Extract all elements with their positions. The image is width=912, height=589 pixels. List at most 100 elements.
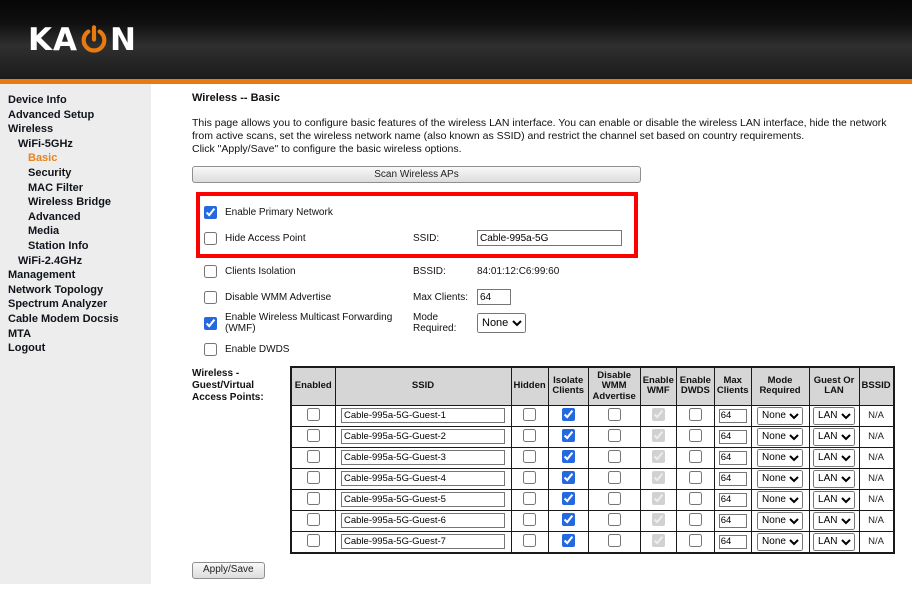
guest-enabled-checkbox[interactable] xyxy=(307,534,320,547)
guest-disable-wmm-checkbox[interactable] xyxy=(608,471,621,484)
sidebar-item-device-info[interactable]: Device Info xyxy=(8,93,151,108)
sidebar-item-cable-modem-docsis[interactable]: Cable Modem Docsis xyxy=(8,312,151,327)
guest-disable-wmm-checkbox[interactable] xyxy=(608,429,621,442)
guest-isolate-clients-checkbox[interactable] xyxy=(562,513,575,526)
guest-hidden-checkbox[interactable] xyxy=(523,471,536,484)
disable-wmm-advertise-checkbox[interactable] xyxy=(204,291,217,304)
guest-isolate-clients-checkbox[interactable] xyxy=(562,408,575,421)
sidebar-item-wireless[interactable]: Wireless xyxy=(8,122,151,137)
guest-isolate-clients-checkbox[interactable] xyxy=(562,450,575,463)
guest-mode-required-select[interactable]: None xyxy=(757,533,803,551)
guest-isolate-clients-checkbox[interactable] xyxy=(562,492,575,505)
guest-enabled-checkbox[interactable] xyxy=(307,408,320,421)
sidebar-item-media[interactable]: Media xyxy=(8,224,151,239)
guest-table-header-10: BSSID xyxy=(859,367,894,405)
guest-hidden-checkbox[interactable] xyxy=(523,513,536,526)
sidebar-item-mac-filter[interactable]: MAC Filter xyxy=(8,181,151,196)
sidebar-item-spectrum-analyzer[interactable]: Spectrum Analyzer xyxy=(8,297,151,312)
guest-ssid-input[interactable] xyxy=(341,492,505,507)
wireless-options: Enable Primary Network Hide Access Point… xyxy=(196,192,906,362)
sidebar-item-wireless-bridge[interactable]: Wireless Bridge xyxy=(8,195,151,210)
sidebar-item-basic[interactable]: Basic xyxy=(8,151,151,166)
guest-max-clients-input[interactable] xyxy=(719,430,747,444)
ssid-input[interactable] xyxy=(477,230,622,246)
guest-enable-dwds-checkbox[interactable] xyxy=(689,471,702,484)
guest-enabled-checkbox[interactable] xyxy=(307,492,320,505)
guest-hidden-checkbox[interactable] xyxy=(523,429,536,442)
guest-or-lan-select[interactable]: LAN xyxy=(813,428,855,446)
guest-enabled-checkbox[interactable] xyxy=(307,429,320,442)
guest-enable-dwds-checkbox[interactable] xyxy=(689,429,702,442)
guest-mode-required-select[interactable]: None xyxy=(757,449,803,467)
guest-table-body: NoneLANN/ANoneLANN/ANoneLANN/ANoneLANN/A… xyxy=(291,405,894,553)
guest-disable-wmm-checkbox[interactable] xyxy=(608,492,621,505)
guest-max-clients-input[interactable] xyxy=(719,409,747,423)
guest-enabled-checkbox[interactable] xyxy=(307,471,320,484)
enable-wmf-row: Enable Wireless Multicast Forwarding (WM… xyxy=(204,310,906,336)
guest-disable-wmm-checkbox[interactable] xyxy=(608,408,621,421)
guest-ssid-input[interactable] xyxy=(341,534,505,549)
sidebar-item-advanced[interactable]: Advanced xyxy=(8,210,151,225)
max-clients-input[interactable] xyxy=(477,289,511,305)
guest-or-lan-select[interactable]: LAN xyxy=(813,512,855,530)
guest-enabled-checkbox[interactable] xyxy=(307,450,320,463)
guest-max-clients-input[interactable] xyxy=(719,514,747,528)
guest-hidden-checkbox[interactable] xyxy=(523,408,536,421)
enable-dwds-checkbox[interactable] xyxy=(204,343,217,356)
guest-isolate-clients-checkbox[interactable] xyxy=(562,534,575,547)
guest-mode-required-select[interactable]: None xyxy=(757,407,803,425)
scan-wireless-aps-button[interactable]: Scan Wireless APs xyxy=(192,166,641,183)
guest-isolate-clients-checkbox[interactable] xyxy=(562,429,575,442)
guest-ap-row-1: NoneLANN/A xyxy=(291,405,894,426)
guest-enable-dwds-checkbox[interactable] xyxy=(689,534,702,547)
guest-or-lan-select[interactable]: LAN xyxy=(813,533,855,551)
guest-max-clients-input[interactable] xyxy=(719,472,747,486)
sidebar-item-station-info[interactable]: Station Info xyxy=(8,239,151,254)
sidebar-item-mta[interactable]: MTA xyxy=(8,327,151,342)
guest-mode-required-select[interactable]: None xyxy=(757,512,803,530)
disable-wmm-advertise-row: Disable WMM Advertise Max Clients: xyxy=(204,284,906,310)
sidebar-item-management[interactable]: Management xyxy=(8,268,151,283)
sidebar-item-logout[interactable]: Logout xyxy=(8,341,151,356)
logo-text-ka: KA xyxy=(28,22,78,58)
guest-max-clients-input[interactable] xyxy=(719,535,747,549)
guest-enable-dwds-checkbox[interactable] xyxy=(689,450,702,463)
guest-or-lan-select[interactable]: LAN xyxy=(813,449,855,467)
guest-hidden-checkbox[interactable] xyxy=(523,534,536,547)
guest-mode-required-select[interactable]: None xyxy=(757,491,803,509)
guest-enable-dwds-checkbox[interactable] xyxy=(689,513,702,526)
hide-access-point-checkbox[interactable] xyxy=(204,232,217,245)
guest-enabled-checkbox[interactable] xyxy=(307,513,320,526)
guest-hidden-checkbox[interactable] xyxy=(523,450,536,463)
guest-disable-wmm-checkbox[interactable] xyxy=(608,513,621,526)
guest-max-clients-input[interactable] xyxy=(719,451,747,465)
sidebar-item-wifi-5ghz[interactable]: WiFi-5GHz xyxy=(8,137,151,152)
guest-mode-required-select[interactable]: None xyxy=(757,470,803,488)
guest-enable-dwds-checkbox[interactable] xyxy=(689,408,702,421)
guest-disable-wmm-checkbox[interactable] xyxy=(608,450,621,463)
enable-primary-network-checkbox[interactable] xyxy=(204,206,217,219)
guest-ssid-input[interactable] xyxy=(341,471,505,486)
enable-wmf-checkbox[interactable] xyxy=(204,317,217,330)
sidebar-item-security[interactable]: Security xyxy=(8,166,151,181)
guest-or-lan-select[interactable]: LAN xyxy=(813,470,855,488)
guest-enable-dwds-checkbox[interactable] xyxy=(689,492,702,505)
sidebar-item-wifi-2-4ghz[interactable]: WiFi-2.4GHz xyxy=(8,254,151,269)
guest-or-lan-select[interactable]: LAN xyxy=(813,407,855,425)
guest-mode-required-select[interactable]: None xyxy=(757,428,803,446)
guest-ssid-input[interactable] xyxy=(341,429,505,444)
bssid-label: BSSID: xyxy=(413,266,477,277)
guest-disable-wmm-checkbox[interactable] xyxy=(608,534,621,547)
guest-ssid-input[interactable] xyxy=(341,513,505,528)
guest-ssid-input[interactable] xyxy=(341,408,505,423)
sidebar-item-advanced-setup[interactable]: Advanced Setup xyxy=(8,108,151,123)
sidebar-item-network-topology[interactable]: Network Topology xyxy=(8,283,151,298)
apply-save-button[interactable]: Apply/Save xyxy=(192,562,265,579)
guest-or-lan-select[interactable]: LAN xyxy=(813,491,855,509)
guest-max-clients-input[interactable] xyxy=(719,493,747,507)
guest-hidden-checkbox[interactable] xyxy=(523,492,536,505)
clients-isolation-checkbox[interactable] xyxy=(204,265,217,278)
guest-ssid-input[interactable] xyxy=(341,450,505,465)
mode-required-select[interactable]: None xyxy=(477,313,526,333)
guest-isolate-clients-checkbox[interactable] xyxy=(562,471,575,484)
